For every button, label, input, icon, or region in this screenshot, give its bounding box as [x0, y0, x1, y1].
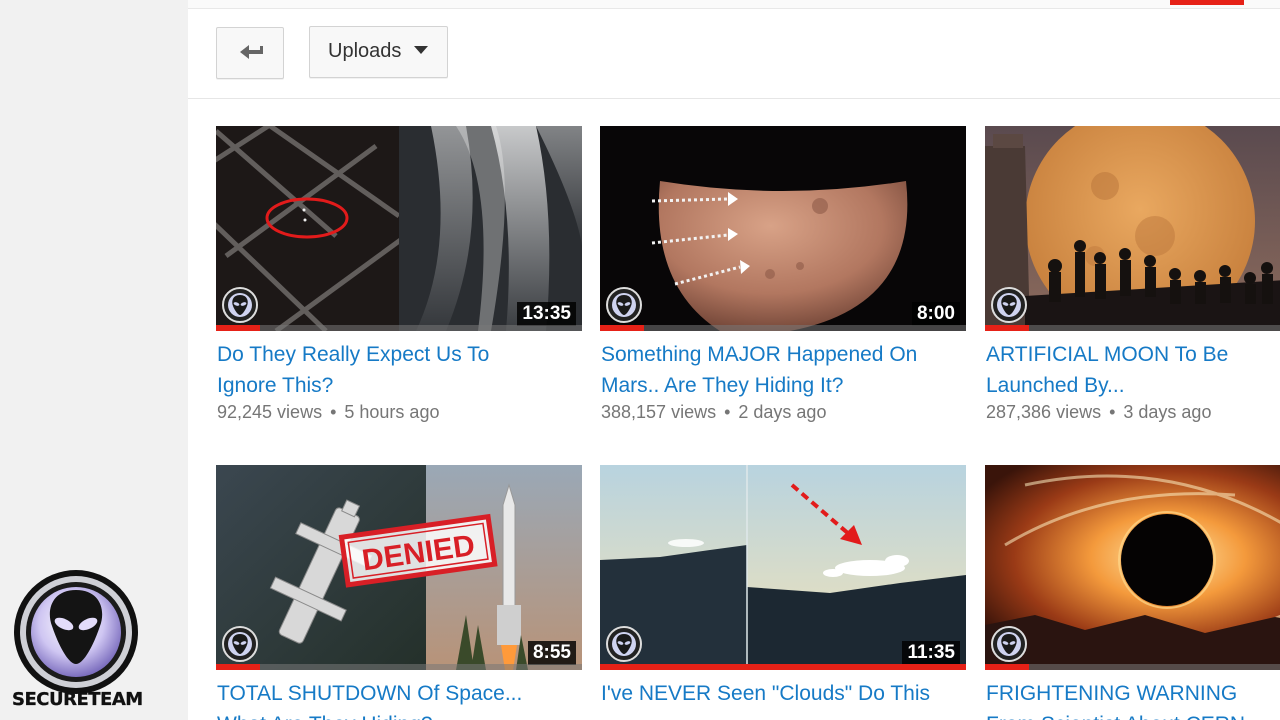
watch-progress-fill — [985, 664, 1029, 670]
thumbnail-image-grid-ufo — [216, 126, 582, 331]
watch-progress — [985, 664, 1280, 670]
video-thumbnail[interactable]: 11:35 — [600, 465, 966, 670]
video-title[interactable]: ARTIFICIAL MOON To Be Launched By... — [986, 339, 1276, 401]
watch-progress-fill — [600, 325, 644, 331]
alien-head-icon — [222, 626, 258, 662]
watch-progress — [216, 325, 582, 331]
video-meta: 92,245 views • 5 hours ago — [217, 402, 439, 423]
video-thumbnail[interactable]: DENIED 8:55 — [216, 465, 582, 670]
watch-progress-fill — [216, 325, 260, 331]
video-meta: 287,386 views • 3 days ago — [986, 402, 1211, 423]
watermark-text: SECURETEAM — [12, 689, 143, 710]
thumbnail-image-space-station: DENIED — [216, 465, 582, 670]
upload-age: 5 hours ago — [344, 402, 440, 422]
meta-separator: • — [330, 402, 337, 422]
video-thumbnail[interactable]: 8:00 — [600, 126, 966, 331]
toolbar: Uploads — [188, 9, 1280, 99]
watch-progress — [216, 664, 582, 670]
video-title[interactable]: TOTAL SHUTDOWN Of Space... What Are They… — [217, 678, 562, 720]
watch-progress-fill — [216, 664, 260, 670]
video-duration: 11:35 — [902, 641, 960, 665]
video-title[interactable]: FRIGHTENING WARNING From Scientist About… — [986, 678, 1280, 720]
uploads-panel: Uploads 13:35 Do They Really Expect Us T… — [188, 9, 1280, 720]
thumbnail-image-clouds — [600, 465, 966, 670]
alien-head-icon — [606, 287, 642, 323]
back-button[interactable] — [216, 27, 284, 79]
alien-head-icon — [991, 287, 1027, 323]
video-thumbnail[interactable]: 13:35 — [216, 126, 582, 331]
video-duration: 13:35 — [517, 302, 576, 326]
view-count: 92,245 views — [217, 402, 323, 422]
page: Uploads 13:35 Do They Really Expect Us T… — [0, 0, 1280, 720]
view-count: 287,386 views — [986, 402, 1102, 422]
upload-age: 2 days ago — [738, 402, 827, 422]
watch-progress-fill — [985, 325, 1029, 331]
caret-down-icon — [414, 46, 428, 54]
watch-progress — [600, 325, 966, 331]
view-count: 388,157 views — [601, 402, 717, 422]
alien-head-icon — [991, 626, 1027, 662]
alien-head-icon — [222, 287, 258, 323]
alien-head-icon — [606, 626, 642, 662]
thumbnail-image-moon — [985, 126, 1280, 331]
video-duration: 8:00 — [911, 302, 960, 326]
video-duration: 8:55 — [527, 641, 576, 665]
thumbnail-image-mars — [600, 126, 966, 331]
uploads-dropdown[interactable]: Uploads — [309, 26, 448, 78]
watch-progress — [600, 664, 966, 670]
active-tab-indicator — [1170, 0, 1244, 5]
watch-progress-fill — [600, 664, 966, 670]
video-thumbnail[interactable] — [985, 465, 1280, 670]
video-title[interactable]: Something MAJOR Happened On Mars.. Are T… — [601, 339, 971, 401]
uploads-label: Uploads — [328, 40, 402, 62]
meta-separator: • — [1109, 402, 1116, 422]
thumbnail-image-black-hole — [985, 465, 1280, 670]
upload-age: 3 days ago — [1123, 402, 1212, 422]
meta-separator: • — [724, 402, 731, 422]
video-meta: 388,157 views • 2 days ago — [601, 402, 826, 423]
back-arrow-icon — [240, 45, 263, 59]
video-thumbnail[interactable] — [985, 126, 1280, 331]
top-strip — [188, 0, 1280, 9]
watch-progress — [985, 325, 1280, 331]
video-title[interactable]: I've NEVER Seen "Clouds" Do This — [601, 678, 931, 709]
video-title[interactable]: Do They Really Expect Us To Ignore This? — [217, 339, 547, 401]
